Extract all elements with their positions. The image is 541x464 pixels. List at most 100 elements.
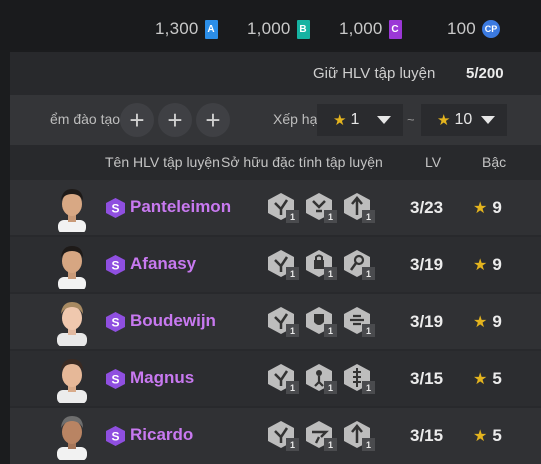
trait-level: 1 — [286, 438, 299, 451]
add-slot-1-button[interactable]: + — [120, 103, 154, 137]
trait-level: 1 — [362, 381, 375, 394]
trait-icon[interactable]: 1 — [342, 419, 375, 451]
table-row[interactable]: S Afanasy 1 1 1 3/19 ★ 9 — [10, 237, 541, 292]
header-lv[interactable]: LV — [425, 154, 441, 170]
trait-icon[interactable]: 1 — [342, 248, 375, 280]
rank-max-select[interactable]: ★ 10 — [421, 104, 507, 136]
currency-b: 1,000 B — [247, 17, 310, 41]
trait-icon[interactable]: 1 — [342, 305, 375, 337]
coach-lv: 3/23 — [410, 198, 444, 217]
trait-icon[interactable]: 1 — [266, 248, 299, 280]
svg-text:S: S — [111, 259, 119, 273]
currency-b-icon: B — [296, 19, 310, 39]
trait-level: 1 — [324, 210, 337, 223]
rank-s-icon: S — [106, 255, 125, 275]
coach-avatar — [58, 246, 86, 289]
trait-icon[interactable]: 1 — [304, 419, 337, 451]
header-traits: Sở hữu đặc tính tập luyện — [221, 154, 383, 170]
coach-lv: 3/19 — [410, 312, 444, 331]
coach-avatar — [57, 359, 87, 403]
trait-level: 1 — [286, 381, 299, 394]
trait-level: 1 — [362, 324, 375, 337]
currency-b-value: 1,000 — [247, 19, 291, 38]
rank-s-icon: S — [106, 426, 125, 446]
trait-icon[interactable]: 1 — [342, 191, 375, 223]
chevron-down-icon — [481, 116, 495, 124]
currency-a-value: 1,300 — [155, 19, 199, 38]
currency-c-value: 1,000 — [339, 19, 383, 38]
rank-s-icon: S — [106, 198, 125, 218]
currency-cp-value: 100 — [447, 19, 476, 38]
plus-icon: + — [205, 105, 221, 135]
star-icon: ★ — [473, 314, 488, 331]
rank-s-icon: S — [106, 312, 125, 332]
coach-name: Boudewijn — [130, 311, 216, 330]
trait-icon[interactable]: 1 — [304, 362, 337, 394]
trait-icon[interactable]: 1 — [304, 191, 337, 223]
trait-level: 1 — [362, 210, 375, 223]
svg-text:S: S — [111, 373, 119, 387]
header-name[interactable]: Tên HLV tập luyện — [105, 154, 220, 170]
add-slot-2-button[interactable]: + — [158, 103, 192, 137]
currency-a: 1,300 A — [155, 17, 218, 41]
coach-avatar — [57, 416, 87, 460]
coach-name: Panteleimon — [130, 197, 232, 216]
trait-level: 1 — [324, 324, 337, 337]
coach-avatar — [58, 189, 86, 232]
rank-max-value: 10 — [454, 111, 473, 128]
trait-level: 1 — [324, 438, 337, 451]
currency-c: 1,000 C — [339, 17, 402, 41]
star-icon: ★ — [473, 371, 488, 388]
coach-grade: ★ 9 — [473, 312, 502, 332]
add-slot-3-button[interactable]: + — [196, 103, 230, 137]
grade-value: 5 — [492, 369, 502, 388]
svg-text:S: S — [111, 316, 119, 330]
table-row[interactable]: S Boudewijn 1 1 1 3/19 ★ 9 — [10, 294, 541, 349]
grade-value: 5 — [492, 426, 502, 445]
coach-grade: ★ 5 — [473, 369, 502, 389]
rank-filter-label: Xếp hạ — [273, 111, 318, 127]
trait-level: 1 — [362, 267, 375, 280]
trait-icon[interactable]: 1 — [304, 305, 337, 337]
table-row[interactable]: S Ricardo 1 1 1 3/15 ★ 5 — [10, 408, 541, 464]
trait-icon[interactable]: 1 — [266, 362, 299, 394]
trait-icon[interactable]: 1 — [266, 191, 299, 223]
trait-icon[interactable]: 1 — [266, 419, 299, 451]
trait-icon[interactable]: 1 — [342, 362, 375, 394]
trait-list: 1 1 1 — [266, 305, 375, 337]
currency-a-icon: A — [204, 19, 218, 39]
grade-value: 9 — [492, 198, 502, 217]
star-icon: ★ — [473, 257, 488, 274]
grade-value: 9 — [492, 312, 502, 331]
table-row[interactable]: S Panteleimon 1 1 1 3/23 ★ 9 — [10, 180, 541, 235]
coach-grade: ★ 9 — [473, 255, 502, 275]
coach-grade: ★ 5 — [473, 426, 502, 446]
trait-list: 1 1 1 — [266, 419, 375, 451]
coach-avatar — [57, 302, 87, 346]
trait-list: 1 1 1 — [266, 362, 375, 394]
rank-min-value: 1 — [350, 111, 360, 128]
coach-name: Ricardo — [130, 425, 194, 444]
coach-lv: 3/19 — [410, 255, 444, 274]
coach-grade: ★ 9 — [473, 198, 502, 218]
coach-name: Afanasy — [130, 254, 197, 273]
currency-c-icon: C — [388, 19, 402, 39]
grade-value: 9 — [492, 255, 502, 274]
svg-text:S: S — [111, 202, 119, 216]
plus-icon: + — [167, 105, 183, 135]
trait-level: 1 — [286, 210, 299, 223]
trait-icon[interactable]: 1 — [304, 248, 337, 280]
rank-min-select[interactable]: ★ 1 — [317, 104, 403, 136]
star-icon: ★ — [473, 200, 488, 217]
training-points-label: ểm đào tạo — [50, 111, 121, 127]
trait-level: 1 — [286, 324, 299, 337]
trait-level: 1 — [324, 381, 337, 394]
star-icon: ★ — [333, 112, 347, 129]
header-grade[interactable]: Bậc — [482, 154, 506, 170]
trait-icon[interactable]: 1 — [266, 305, 299, 337]
chevron-down-icon — [377, 116, 391, 124]
coach-lv: 3/15 — [410, 426, 444, 445]
star-icon: ★ — [473, 428, 488, 445]
table-row[interactable]: S Magnus 1 1 1 3/15 ★ 5 — [10, 351, 541, 406]
coach-name: Magnus — [130, 368, 195, 387]
